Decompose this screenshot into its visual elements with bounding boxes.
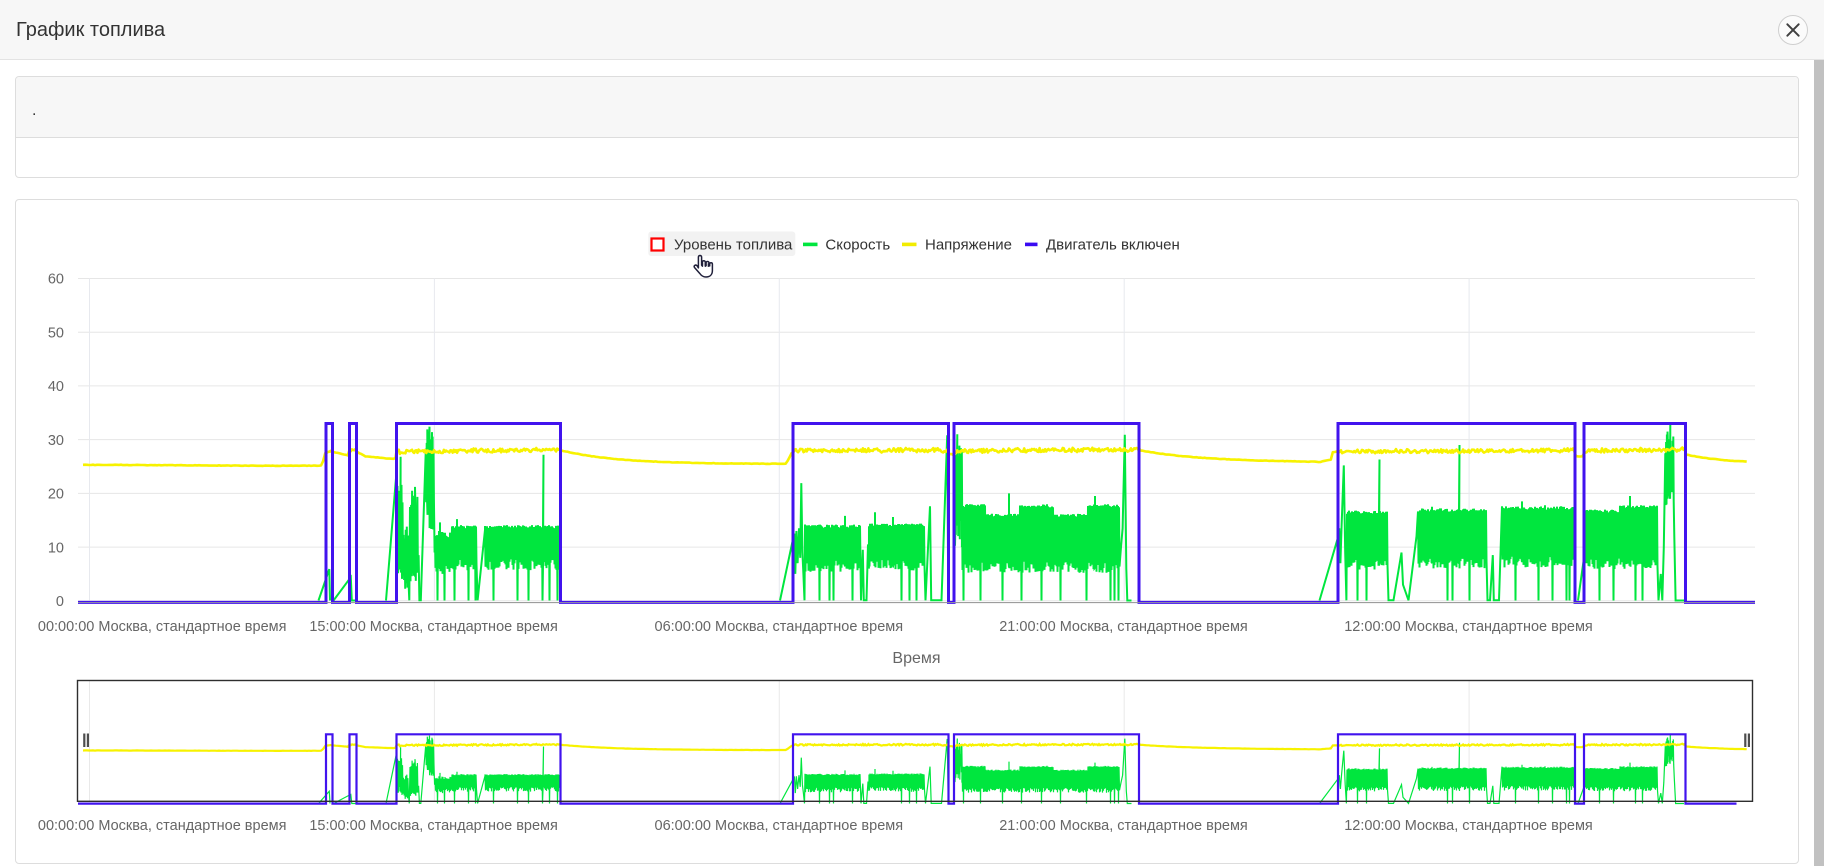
svg-text:50: 50 — [48, 325, 64, 341]
svg-text:06:00:00 Москва, стандартное в: 06:00:00 Москва, стандартное время — [655, 619, 904, 635]
svg-text:21:00:00 Москва, стандартное в: 21:00:00 Москва, стандартное время — [999, 619, 1248, 635]
svg-text:Напряжение: Напряжение — [925, 236, 1012, 253]
svg-text:21:00:00 Москва, стандартное в: 21:00:00 Москва, стандартное время — [999, 818, 1248, 834]
svg-text:00:00:00 Москва, стандартное в: 00:00:00 Москва, стандартное время — [38, 818, 287, 834]
svg-text:12:00:00 Москва, стандартное в: 12:00:00 Москва, стандартное время — [1344, 619, 1593, 635]
svg-text:12:00:00 Москва, стандартное в: 12:00:00 Москва, стандартное время — [1344, 818, 1593, 834]
svg-text:0: 0 — [56, 594, 64, 610]
svg-text:06:00:00 Москва, стандартное в: 06:00:00 Москва, стандартное время — [655, 818, 904, 834]
svg-text:20: 20 — [48, 487, 64, 503]
svg-text:Время: Время — [892, 650, 940, 667]
svg-text:40: 40 — [48, 379, 64, 395]
svg-text:Двигатель включен: Двигатель включен — [1046, 236, 1180, 253]
svg-text:30: 30 — [48, 433, 64, 449]
svg-text:15:00:00 Москва, стандартное в: 15:00:00 Москва, стандартное время — [309, 619, 558, 635]
svg-text:Скорость: Скорость — [825, 236, 890, 253]
svg-text:Уровень топлива: Уровень топлива — [674, 236, 793, 253]
svg-text:00:00:00 Москва, стандартное в: 00:00:00 Москва, стандартное время — [38, 619, 287, 635]
svg-text:15:00:00 Москва, стандартное в: 15:00:00 Москва, стандартное время — [309, 818, 558, 834]
svg-text:10: 10 — [48, 540, 64, 556]
svg-text:60: 60 — [48, 272, 64, 288]
